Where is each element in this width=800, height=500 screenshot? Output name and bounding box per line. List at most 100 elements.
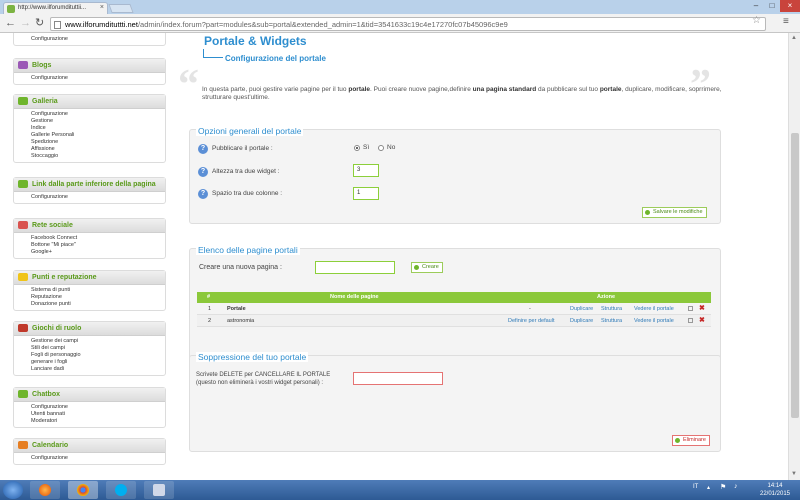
sidebar-block-title[interactable]: Calendario — [14, 439, 165, 453]
delete-page-icon[interactable]: ✖ — [699, 304, 705, 312]
favicon-icon — [7, 5, 15, 13]
scroll-up-icon[interactable]: ▲ — [791, 35, 797, 41]
start-button[interactable] — [3, 481, 23, 499]
publish-yes-radio[interactable] — [354, 145, 360, 151]
sidebar-item[interactable]: Configurazione — [31, 194, 165, 201]
page-subtitle: Configurazione del portale — [225, 54, 326, 63]
clock[interactable]: 14:14 22/01/2015 — [755, 482, 795, 498]
sidebar-item[interactable]: Indice — [31, 125, 165, 132]
sidebar-block: Link dalla parte inferiore della pagina C… — [13, 177, 166, 204]
sidebar-block-title[interactable]: Blogs — [14, 59, 165, 73]
blog-icon — [18, 61, 28, 69]
sidebar-item[interactable]: Gestione dei campi — [31, 338, 165, 345]
new-tab-button[interactable] — [108, 4, 134, 13]
sidebar-block-title[interactable]: Rete sociale — [14, 219, 165, 233]
close-window-icon[interactable]: × — [780, 0, 800, 12]
sidebar-item[interactable]: Affissione — [31, 146, 165, 153]
sidebar-item[interactable]: Reputazione — [31, 294, 165, 301]
sidebar-block: Chatbox Configurazione Utenti bannati Moder… — [13, 387, 166, 428]
maximize-icon[interactable]: □ — [764, 0, 780, 12]
sidebar-item[interactable]: Stoccaggio — [31, 153, 165, 160]
view-portal-link[interactable]: Vedere il portale — [634, 318, 674, 324]
sidebar-item[interactable]: Sistema di punti — [31, 287, 165, 294]
sidebar-item[interactable]: Fogli di personaggio — [31, 352, 165, 359]
app-taskbar-icon[interactable] — [144, 481, 174, 499]
help-icon[interactable]: ? — [198, 189, 208, 199]
publish-yes-label: Sì — [363, 144, 370, 151]
sidebar-item[interactable]: Bottone "Mi piace" — [31, 242, 165, 249]
scroll-down-icon[interactable]: ▼ — [791, 471, 797, 477]
sidebar-item[interactable]: Configurazione — [31, 455, 165, 462]
language-indicator[interactable]: IT — [693, 484, 698, 490]
sidebar-item[interactable]: Configurazione — [31, 36, 165, 43]
sidebar-item[interactable]: Google+ — [31, 249, 165, 256]
url-input[interactable]: www.ilforumdituttti.net/admin/index.foru… — [50, 17, 766, 31]
external-link-icon[interactable] — [688, 306, 693, 311]
widget-gap-input[interactable]: 3 — [353, 164, 379, 177]
publish-no-radio[interactable] — [378, 145, 384, 151]
volume-icon[interactable]: ♪ — [734, 483, 738, 490]
sidebar-block: Rete sociale Facebook Connect Bottone "Mi … — [13, 218, 166, 259]
general-options-panel: Opzioni generali del portale ? Pubblicar… — [189, 126, 721, 224]
sidebar-item[interactable]: Facebook Connect — [31, 235, 165, 242]
browser-tab[interactable]: http://www.ilforumdituttii... × — [3, 2, 108, 14]
table-row: 1 Portale - Duplicare Struttura Vedere i… — [197, 303, 711, 315]
page-scrollbar[interactable]: ▲ ▼ — [788, 33, 800, 480]
minimize-icon[interactable]: – — [748, 0, 764, 12]
delete-page-icon[interactable]: ✖ — [699, 316, 705, 324]
duplicate-link[interactable]: Duplicare — [570, 306, 593, 312]
column-gap-input[interactable]: 1 — [353, 187, 379, 200]
sidebar-block-label: Rete sociale — [32, 222, 73, 229]
chrome-taskbar-icon[interactable] — [68, 481, 98, 499]
create-page-input[interactable] — [315, 261, 395, 274]
back-icon[interactable]: ← — [5, 17, 16, 30]
sidebar-item[interactable]: generare i fogli — [31, 359, 165, 366]
delete-instructions: Scrivete DELETE per CANCELLARE IL PORTAL… — [196, 372, 331, 386]
sidebar-block-title[interactable]: Punti e reputazione — [14, 271, 165, 285]
sidebar-item[interactable]: Spedizione — [31, 139, 165, 146]
sidebar-block-title[interactable]: Link dalla parte inferiore della pagina — [14, 178, 165, 192]
delete-confirm-input[interactable] — [353, 372, 443, 385]
save-button[interactable]: Salvare le modifiche — [642, 207, 707, 218]
page-name: Portale — [227, 306, 246, 312]
sidebar-block-title[interactable]: Giochi di ruolo — [14, 322, 165, 336]
sidebar-item[interactable]: Utenti bannati — [31, 411, 165, 418]
tray-arrow-icon[interactable]: ▴ — [707, 484, 710, 491]
sidebar-block-label: Giochi di ruolo — [32, 325, 82, 332]
sidebar-item[interactable]: Gallerie Personali — [31, 132, 165, 139]
firefox-taskbar-icon[interactable] — [30, 481, 60, 499]
sidebar-item[interactable]: Stili dei campi — [31, 345, 165, 352]
scrollbar-thumb[interactable] — [791, 133, 799, 418]
sidebar-item[interactable]: Donazione punti — [31, 301, 165, 308]
view-portal-link[interactable]: Vedere il portale — [634, 306, 674, 312]
sidebar-item[interactable]: Moderatori — [31, 418, 165, 425]
duplicate-link[interactable]: Duplicare — [570, 318, 593, 324]
forward-icon[interactable]: → — [20, 17, 31, 30]
delete-portal-button[interactable]: Eliminare — [672, 435, 710, 446]
sidebar-block-title[interactable]: Chatbox — [14, 388, 165, 402]
sidebar-item[interactable]: Configurazione — [31, 75, 165, 82]
help-icon[interactable]: ? — [198, 167, 208, 177]
reload-icon[interactable]: ↻ — [35, 17, 44, 30]
external-link-icon[interactable] — [688, 318, 693, 323]
publish-no-label: No — [387, 144, 396, 151]
sidebar-block: Punti e reputazione Sistema di punti Reput… — [13, 270, 166, 311]
create-page-button[interactable]: Creare — [411, 262, 443, 273]
bookmark-star-icon[interactable]: ☆ — [752, 15, 761, 26]
browser-title-bar: http://www.ilforumdituttii... × – □ × — [0, 0, 800, 14]
set-default-link[interactable]: Definire per default — [508, 318, 554, 324]
column-header: Azione — [597, 294, 616, 300]
sidebar-item[interactable]: Configurazione — [31, 404, 165, 411]
close-tab-icon[interactable]: × — [100, 4, 104, 11]
sidebar-item[interactable]: Configurazione — [31, 111, 165, 118]
structure-link[interactable]: Struttura — [601, 306, 622, 312]
skype-taskbar-icon[interactable] — [106, 481, 136, 499]
sidebar-item[interactable]: Lanciare dadi — [31, 366, 165, 373]
sidebar-item[interactable]: Gestione — [31, 118, 165, 125]
chrome-menu-icon[interactable]: ≡ — [783, 16, 789, 27]
structure-link[interactable]: Struttura — [601, 318, 622, 324]
sidebar-block-title[interactable]: Galleria — [14, 95, 165, 109]
help-icon[interactable]: ? — [198, 144, 208, 154]
flag-icon[interactable]: ⚑ — [720, 483, 726, 491]
admin-sidebar: Configurazione Blogs Configurazione Galleri… — [0, 33, 170, 480]
